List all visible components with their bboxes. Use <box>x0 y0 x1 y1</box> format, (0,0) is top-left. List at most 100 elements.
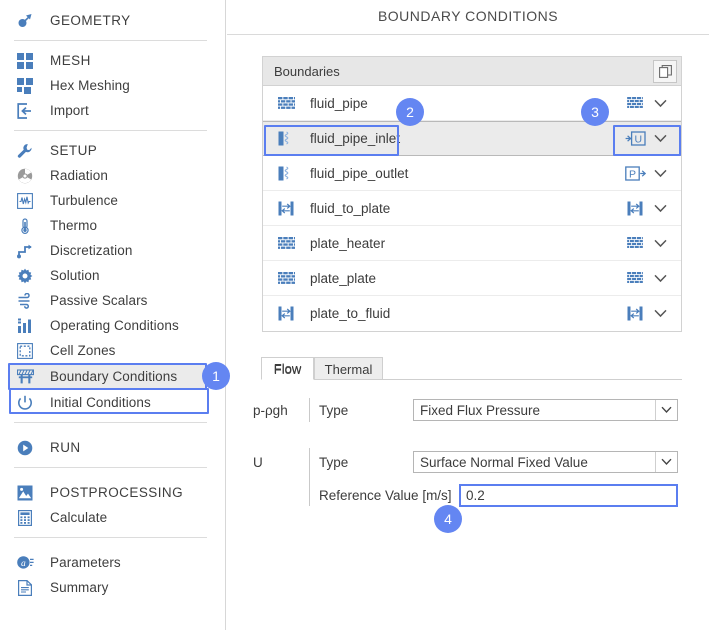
reference-value-input[interactable]: 0.2 <box>459 484 678 507</box>
sidebar-item-boundary-conditions[interactable]: Boundary Conditions <box>8 363 207 390</box>
sidebar-item-radiation[interactable]: Radiation <box>0 163 225 188</box>
title-divider <box>227 34 709 35</box>
sidebar-item-postprocessing[interactable]: POSTPROCESSING <box>0 480 225 505</box>
interface-icon[interactable] <box>623 201 647 216</box>
gear-icon <box>14 266 36 286</box>
velocity-variable-label: U <box>253 455 263 470</box>
sidebar-item-thermo[interactable]: Thermo <box>0 213 225 238</box>
sidebar-item-label: Parameters <box>50 555 121 570</box>
boundary-name: fluid_to_plate <box>310 200 391 216</box>
copy-icon[interactable] <box>653 59 677 83</box>
boundaries-panel-title: Boundaries <box>274 63 340 79</box>
sidebar: GEOMETRY MESH Hex Meshing Import SETUP R… <box>0 0 226 630</box>
velocity-type-select[interactable]: Surface Normal Fixed Value <box>413 451 678 473</box>
chevron-down-icon[interactable] <box>647 309 673 318</box>
boundary-name: fluid_pipe_outlet <box>310 165 409 181</box>
application-window: GEOMETRY MESH Hex Meshing Import SETUP R… <box>0 0 709 630</box>
velocity-type-value: Surface Normal Fixed Value <box>420 454 588 470</box>
interface-icon <box>275 306 297 321</box>
sidebar-item-discretization[interactable]: Discretization <box>0 238 225 263</box>
boundaries-panel: Boundaries fluid_pipe fluid_pipe_inlet U… <box>262 56 682 332</box>
field-group-divider <box>309 448 310 506</box>
sidebar-item-import[interactable]: Import <box>0 98 225 123</box>
sidebar-item-hex-meshing[interactable]: Hex Meshing <box>0 73 225 98</box>
sidebar-item-parameters[interactable]: a Parameters <box>0 550 225 575</box>
bar-chart-icon <box>14 316 36 336</box>
sidebar-item-label: Boundary Conditions <box>50 369 178 384</box>
sidebar-divider <box>14 467 207 468</box>
tab-thermal[interactable]: Thermal <box>314 357 383 380</box>
sidebar-item-initial-conditions[interactable]: Initial Conditions <box>0 390 225 415</box>
chevron-down-icon[interactable] <box>647 169 673 178</box>
chevron-down-icon[interactable] <box>655 452 677 472</box>
sidebar-item-calculate[interactable]: Calculate <box>0 505 225 530</box>
mesh-icon <box>14 51 36 71</box>
sidebar-item-geometry[interactable]: GEOMETRY <box>0 8 225 33</box>
pressure-type-value: Fixed Flux Pressure <box>420 402 541 418</box>
interface-icon[interactable] <box>623 306 647 321</box>
sidebar-item-passive-scalars[interactable]: Passive Scalars <box>0 288 225 313</box>
table-row[interactable]: plate_plate <box>263 261 681 296</box>
sidebar-item-summary[interactable]: Summary <box>0 575 225 600</box>
pressure-outlet-icon[interactable]: P <box>623 165 647 181</box>
tab-flow-text[interactable]: Flow <box>263 358 312 380</box>
sidebar-item-turbulence[interactable]: Turbulence <box>0 188 225 213</box>
velocity-inlet-icon[interactable]: U <box>623 131 647 146</box>
sidebar-item-mesh[interactable]: MESH <box>0 48 225 73</box>
document-icon <box>14 578 36 598</box>
barrier-icon <box>14 367 36 387</box>
sidebar-divider <box>14 537 207 538</box>
wall-brick-icon[interactable] <box>623 97 647 109</box>
sidebar-item-label: GEOMETRY <box>50 13 131 28</box>
dashed-square-icon <box>14 341 36 361</box>
boundary-name: plate_plate <box>310 270 377 286</box>
sidebar-item-label: Solution <box>50 268 100 283</box>
sidebar-item-solution[interactable]: Solution <box>0 263 225 288</box>
wall-brick-icon <box>275 236 297 250</box>
sidebar-item-label: Calculate <box>50 510 108 525</box>
patch-inlet-icon <box>275 165 297 181</box>
chevron-down-icon[interactable] <box>647 204 673 213</box>
page-title: BOUNDARY CONDITIONS <box>377 8 559 24</box>
chevron-down-icon[interactable] <box>655 400 677 420</box>
sidebar-divider <box>14 40 207 41</box>
chevron-down-icon[interactable] <box>647 274 673 283</box>
sidebar-item-run[interactable]: RUN <box>0 435 225 460</box>
image-icon <box>14 483 36 503</box>
pressure-variable-label: p-ρgh <box>253 403 288 418</box>
callout-badge-3: 3 <box>581 98 609 126</box>
tab-strip-underline <box>261 379 682 380</box>
callout-badge-1: 1 <box>202 362 230 390</box>
callout-badge-2: 2 <box>396 98 424 126</box>
geometry-icon <box>14 11 36 31</box>
sidebar-item-label: Turbulence <box>50 193 119 208</box>
pressure-type-select[interactable]: Fixed Flux Pressure <box>413 399 678 421</box>
sidebar-item-label: Import <box>50 103 89 118</box>
table-row[interactable]: plate_heater <box>263 226 681 261</box>
tab-label: Thermal <box>324 361 373 377</box>
sidebar-item-setup[interactable]: SETUP <box>0 138 225 163</box>
chevron-down-icon[interactable] <box>647 239 673 248</box>
table-row[interactable]: fluid_pipe <box>263 86 681 121</box>
sidebar-divider <box>14 130 207 131</box>
chevron-down-icon[interactable] <box>647 134 673 143</box>
sidebar-item-cell-zones[interactable]: Cell Zones <box>0 338 225 363</box>
sidebar-item-label: Thermo <box>50 218 98 233</box>
calculator-icon <box>14 508 36 528</box>
thermometer-icon <box>14 216 36 236</box>
wall-brick-icon[interactable] <box>623 272 647 284</box>
chevron-down-icon[interactable] <box>647 99 673 108</box>
power-icon <box>14 393 36 413</box>
main-content: BOUNDARY CONDITIONS Boundaries fluid_pip… <box>227 0 709 630</box>
svg-text:a: a <box>21 559 26 569</box>
boundary-name: plate_heater <box>310 235 386 251</box>
import-icon <box>14 101 36 121</box>
sidebar-divider <box>14 422 207 423</box>
table-row[interactable]: fluid_pipe_outlet P <box>263 156 681 191</box>
wall-brick-icon[interactable] <box>623 237 647 249</box>
table-row[interactable]: fluid_to_plate <box>263 191 681 226</box>
table-row[interactable]: plate_to_fluid <box>263 296 681 331</box>
sidebar-item-operating-conditions[interactable]: Operating Conditions <box>0 313 225 338</box>
radiation-icon <box>14 166 36 186</box>
table-row[interactable]: fluid_pipe_inlet U <box>263 121 681 156</box>
